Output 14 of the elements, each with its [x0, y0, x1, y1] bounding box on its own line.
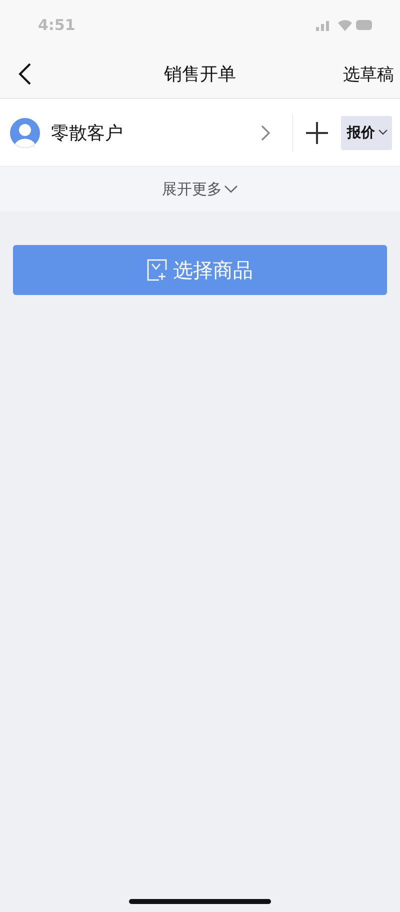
- price-mode-dropdown[interactable]: 报价: [341, 116, 392, 150]
- caret-icon: [378, 129, 388, 136]
- chevron-right-icon[interactable]: [261, 124, 270, 140]
- avatar-icon: [10, 118, 40, 148]
- status-icons: [316, 19, 372, 31]
- page-title: 销售开单: [163, 63, 237, 86]
- customer-name[interactable]: 零散客户: [51, 120, 261, 144]
- add-item-icon: [147, 259, 167, 281]
- status-time: 4:51: [38, 16, 76, 34]
- expand-more-button[interactable]: 展开更多: [162, 180, 238, 198]
- drafts-button[interactable]: 选草稿: [343, 62, 394, 86]
- back-icon[interactable]: [18, 62, 32, 86]
- caret-icon: [224, 184, 238, 194]
- add-icon[interactable]: [305, 120, 329, 144]
